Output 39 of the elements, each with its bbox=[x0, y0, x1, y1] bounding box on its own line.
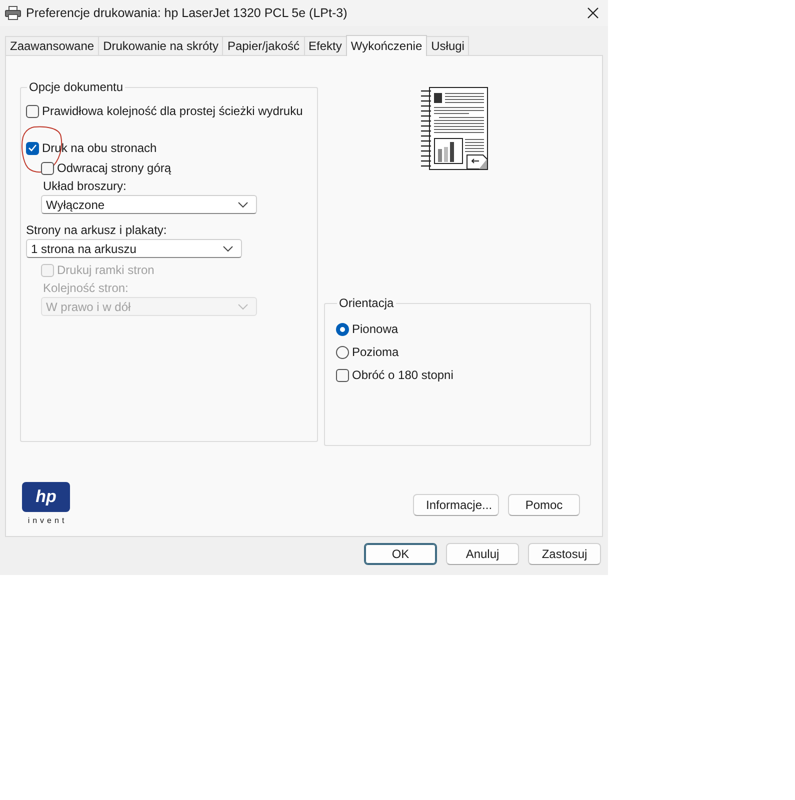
dropdown[interactable]: Wyłączone bbox=[41, 195, 257, 214]
radio-label: Pionowa bbox=[352, 322, 398, 336]
tab[interactable]: Usługi bbox=[426, 36, 470, 55]
window-title: Preferencje drukowania: hp LaserJet 1320 PCL 5e (LPt-3) bbox=[26, 6, 348, 20]
radio-button[interactable] bbox=[336, 346, 349, 358]
checkbox-label: Odwracaj strony górą bbox=[57, 161, 172, 175]
button[interactable]: Zastosuj bbox=[528, 543, 601, 565]
field-label: Układ broszury: bbox=[42, 178, 128, 194]
chevron-icon bbox=[238, 202, 248, 208]
tab[interactable]: Papier/jakość bbox=[222, 36, 304, 55]
tab[interactable]: Wykończenie bbox=[346, 35, 428, 56]
tab[interactable]: Efekty bbox=[304, 36, 347, 55]
field-label: Kolejność stron: bbox=[42, 280, 130, 296]
checkbox[interactable] bbox=[336, 368, 349, 382]
chevron-icon bbox=[223, 246, 233, 252]
checkbox-label: Obróć o 180 stopni bbox=[352, 368, 454, 382]
checkbox[interactable] bbox=[41, 162, 54, 174]
dropdown[interactable]: 1 strona na arkuszu bbox=[26, 239, 242, 258]
tab[interactable]: Zaawansowane bbox=[5, 36, 100, 55]
checkbox-label: Drukuj ramki stron bbox=[57, 263, 154, 277]
button[interactable]: Pomoc bbox=[508, 494, 580, 516]
radio-label: Pozioma bbox=[352, 345, 399, 359]
chevron-icon bbox=[238, 304, 248, 310]
logo-mark: hp bbox=[22, 482, 70, 512]
group-title: Opcje dokumentu bbox=[28, 80, 124, 94]
radio-button[interactable] bbox=[336, 322, 349, 336]
close-icon[interactable] bbox=[587, 7, 599, 19]
button[interactable]: OK bbox=[364, 543, 437, 565]
logo-tagline: invent bbox=[26, 516, 68, 525]
dropdown: W prawo i w dół bbox=[41, 297, 257, 316]
checkbox[interactable] bbox=[26, 142, 39, 154]
field-label: Strony na arkusz i plakaty: bbox=[26, 222, 168, 238]
printer-icon bbox=[5, 6, 21, 20]
button[interactable]: Anuluj bbox=[446, 543, 519, 565]
group-title: Orientacja bbox=[338, 296, 395, 310]
checkbox[interactable] bbox=[26, 104, 39, 118]
button[interactable]: Informacje... bbox=[413, 494, 499, 516]
tab[interactable]: Drukowanie na skróty bbox=[98, 36, 224, 55]
checkbox-label: Prawidłowa kolejność dla prostej ścieżki wydruku bbox=[42, 104, 303, 118]
